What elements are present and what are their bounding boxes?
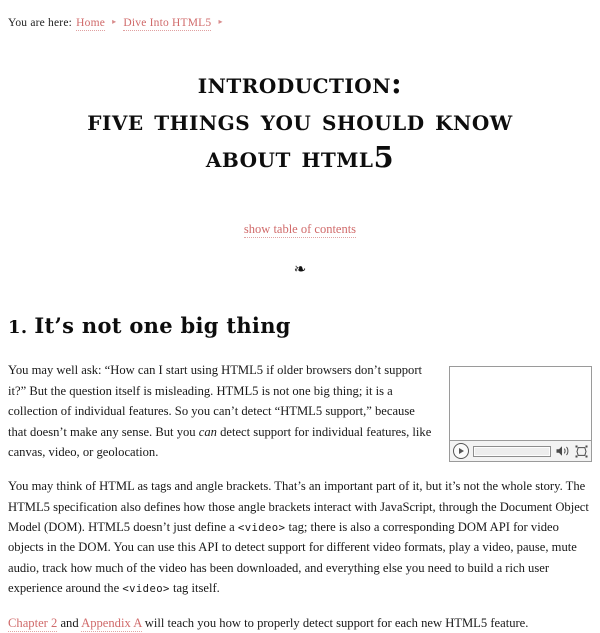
page-title: Introduction: Five Things You Should Kno… [8, 29, 592, 176]
toc-toggle-wrap: show table of contents [8, 176, 592, 239]
breadcrumb-separator-icon: ▸ [218, 17, 223, 26]
paragraph-2-part-c: tag itself. [169, 581, 220, 596]
page-title-line-3-suffix: 5 [373, 140, 395, 175]
link-chapter-2[interactable]: Chapter 2 [8, 615, 58, 632]
page-title-line-2: Five Things You Should Know [87, 103, 513, 138]
link-appendix-a[interactable]: Appendix A [81, 615, 142, 632]
fullscreen-icon[interactable] [575, 445, 588, 458]
show-table-of-contents-link[interactable]: show table of contents [243, 222, 357, 239]
breadcrumb-link-home[interactable]: Home [76, 17, 106, 31]
inline-code-video-tag: <video> [122, 583, 170, 596]
video-screen[interactable] [449, 366, 592, 441]
paragraph-3-conjunction: and [57, 615, 82, 630]
paragraph-3-tail: will teach you how to properly detect su… [141, 615, 529, 630]
play-icon[interactable] [453, 443, 469, 460]
video-controls-bar [449, 440, 592, 463]
video-player[interactable] [449, 366, 592, 463]
page-title-line-1: Introduction: [197, 66, 403, 100]
progress-bar-slider[interactable] [473, 445, 551, 457]
section-heading: 1. It’s not one big thing [8, 277, 592, 338]
breadcrumb-separator-icon: ▸ [112, 17, 117, 26]
section-heading-text: It’s not one big thing [34, 313, 291, 339]
ornament-divider-icon: ❧ [293, 260, 307, 279]
page-root: You are here: Home ▸ Dive Into HTML5 ▸ I… [0, 0, 600, 632]
breadcrumb: You are here: Home ▸ Dive Into HTML5 ▸ [8, 0, 592, 31]
content-body: You may well ask: “How can I start using… [8, 338, 592, 633]
page-title-line-3: About HTML5 [8, 139, 592, 176]
breadcrumb-label: You are here: [8, 17, 73, 29]
paragraph-3: Chapter 2 and Appendix A will teach you … [8, 599, 592, 633]
section-number: 1. [8, 317, 28, 339]
volume-icon[interactable] [555, 444, 571, 458]
paragraph-1-emphasis: can [198, 424, 217, 439]
inline-code-video-tag: <video> [237, 522, 286, 535]
breadcrumb-link-dive-into-html5[interactable]: Dive Into HTML5 [123, 17, 212, 31]
page-title-line-3-prefix: About HTML [205, 140, 374, 175]
paragraph-2: You may think of HTML as tags and angle … [8, 462, 592, 598]
